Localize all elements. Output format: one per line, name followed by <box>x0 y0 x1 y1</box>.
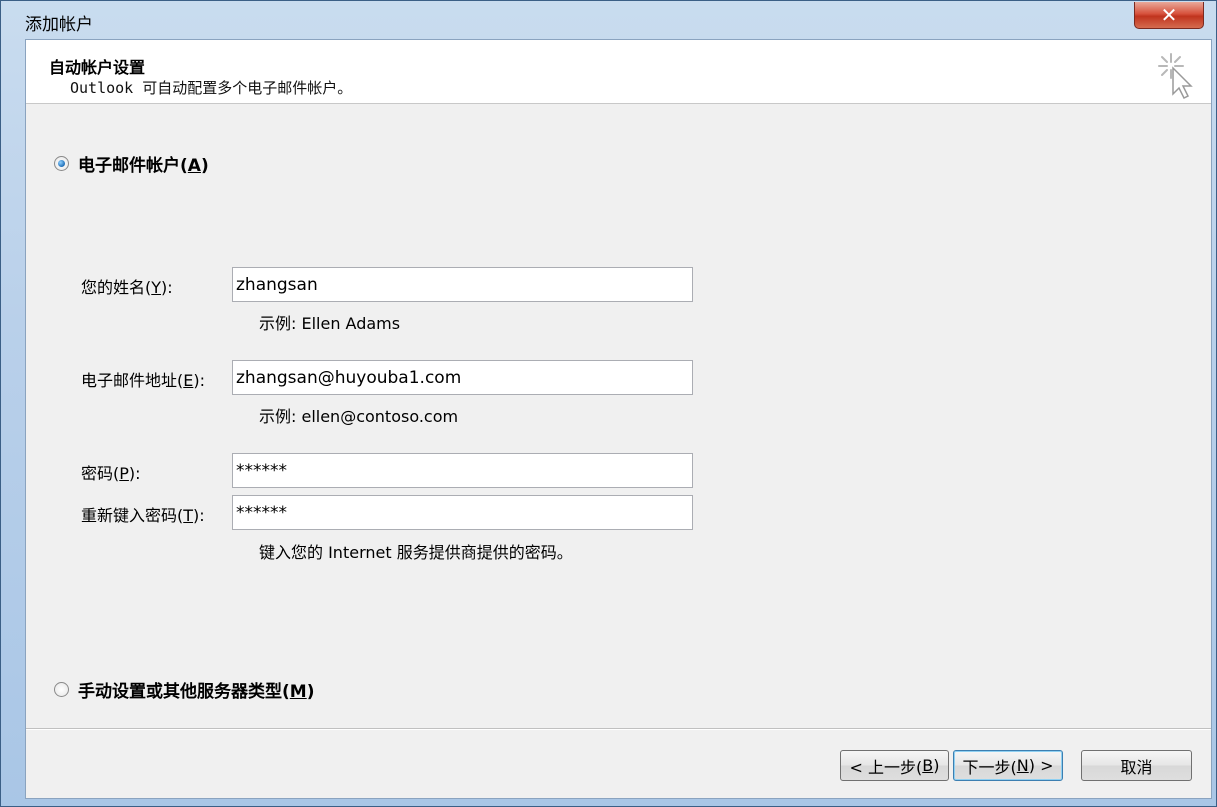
password-input[interactable] <box>232 453 693 488</box>
name-label: 您的姓名(Y): <box>81 278 173 297</box>
add-account-window: 添加帐户 ✕ 自动帐户设置 Outlook 可自动配置多个电子邮件帐户。 电子邮… <box>0 0 1217 807</box>
email-input[interactable] <box>232 360 693 395</box>
footer-divider <box>26 728 1211 730</box>
password-hint: 键入您的 Internet 服务提供商提供的密码。 <box>259 543 573 562</box>
wizard-header: 自动帐户设置 Outlook 可自动配置多个电子邮件帐户。 <box>26 40 1211 104</box>
email-account-radio[interactable] <box>54 156 69 171</box>
retype-password-label: 重新键入密码(T): <box>81 506 205 525</box>
page-subtitle: Outlook 可自动配置多个电子邮件帐户。 <box>70 79 353 97</box>
back-button[interactable]: < 上一步(B) <box>840 750 949 781</box>
close-button[interactable]: ✕ <box>1134 2 1204 29</box>
dialog-client-area: 自动帐户设置 Outlook 可自动配置多个电子邮件帐户。 电子邮件帐户(A) <box>25 39 1212 799</box>
wizard-cursor-icon <box>1158 53 1193 100</box>
page-title: 自动帐户设置 <box>49 58 146 77</box>
name-input[interactable] <box>232 267 693 302</box>
email-label: 电子邮件地址(E): <box>81 371 205 390</box>
manual-setup-option[interactable]: 手动设置或其他服务器类型(M) <box>54 677 314 702</box>
email-account-option[interactable]: 电子邮件帐户(A) <box>54 151 209 176</box>
close-icon: ✕ <box>1160 3 1178 27</box>
email-hint: 示例: ellen@contoso.com <box>259 407 459 426</box>
retype-password-input[interactable] <box>232 495 693 530</box>
title-bar[interactable]: 添加帐户 ✕ <box>1 1 1216 39</box>
email-account-label: 电子邮件帐户(A) <box>78 156 209 176</box>
manual-setup-radio[interactable] <box>54 682 69 697</box>
window-title: 添加帐户 <box>25 15 93 35</box>
name-hint: 示例: Ellen Adams <box>259 314 401 333</box>
next-button[interactable]: 下一步(N) > <box>953 750 1063 781</box>
manual-setup-label: 手动设置或其他服务器类型(M) <box>78 682 315 702</box>
cancel-button[interactable]: 取消 <box>1081 750 1192 781</box>
password-label: 密码(P): <box>81 464 141 483</box>
